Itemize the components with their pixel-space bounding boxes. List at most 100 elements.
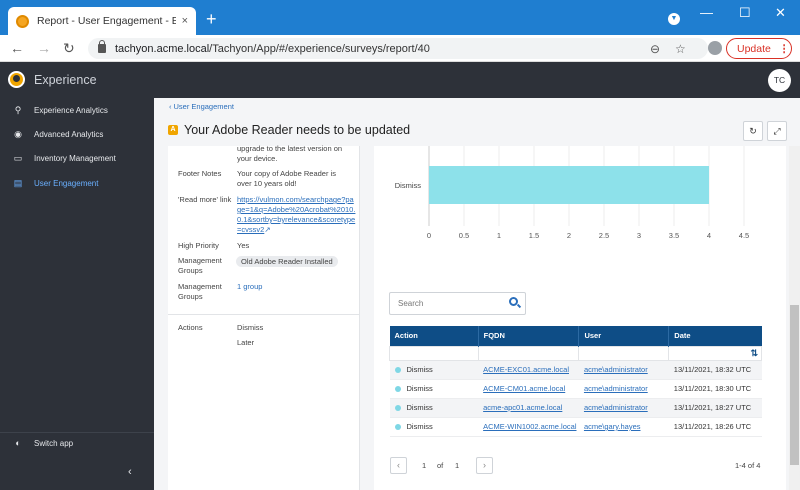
- action-text: Dismiss: [406, 384, 433, 393]
- back-arrow-icon[interactable]: ←: [10, 40, 24, 56]
- chevron-left-icon: ‹: [169, 102, 172, 111]
- fqdn-link[interactable]: ACME-EXC01.acme.local: [483, 365, 569, 374]
- zoom-icon[interactable]: ⊖: [650, 42, 660, 56]
- bookmark-star-icon[interactable]: ☆: [675, 42, 686, 56]
- lock-icon: [98, 40, 106, 53]
- sidebar-item-experience-analytics[interactable]: ⚲ Experience Analytics: [0, 98, 154, 122]
- sidebar-item-advanced-analytics[interactable]: ◉ Advanced Analytics: [0, 122, 154, 146]
- high-priority-value: Yes: [237, 241, 250, 250]
- new-tab-button[interactable]: +: [206, 10, 217, 28]
- column-header-user[interactable]: User: [578, 326, 670, 346]
- read-more-container: https://vulmon.com/searchpage?page=1&q=A…: [237, 195, 357, 235]
- user-link[interactable]: acme\gary.hayes: [584, 422, 641, 431]
- experience-logo-icon: [8, 71, 25, 88]
- column-header-fqdn[interactable]: FQDN: [478, 326, 580, 346]
- table-row: Dismiss acme-apc01.acme.local acme\admin…: [389, 398, 762, 418]
- current-page: 1: [422, 461, 427, 470]
- collapse-sidebar-icon[interactable]: ‹: [128, 466, 132, 478]
- action-later: Later: [237, 338, 255, 347]
- high-priority-label: High Priority: [178, 241, 219, 250]
- browser-tab[interactable]: Report - User Engagement - Exp ×: [8, 7, 196, 35]
- next-page-button[interactable]: ›: [476, 457, 493, 474]
- filter-cell-fqdn[interactable]: [477, 345, 580, 361]
- sidebar-item-label: User Engagement: [34, 178, 99, 188]
- management-groups-count[interactable]: 1 group: [237, 282, 262, 292]
- close-window-button[interactable]: ✕: [775, 5, 786, 21]
- update-button[interactable]: Update ⋮: [726, 38, 792, 59]
- monitor-icon: ▭: [13, 152, 23, 163]
- user-cell: acme\gary.hayes: [578, 417, 669, 437]
- action-cell: Dismiss: [389, 379, 479, 399]
- scrollbar-thumb[interactable]: [790, 305, 799, 465]
- user-link[interactable]: acme\administrator: [584, 384, 648, 393]
- clipboard-icon: ▤: [13, 177, 23, 188]
- switch-app-label: Switch app: [34, 438, 74, 448]
- switch-app-icon: ◐: [15, 438, 21, 448]
- sidebar-item-inventory-management[interactable]: ▭ Inventory Management: [0, 146, 154, 170]
- action-dismiss: Dismiss: [237, 323, 264, 332]
- x-tick-label: 3: [637, 231, 641, 240]
- sidebar-divider: [0, 432, 154, 433]
- page-range: 1-4 of 4: [735, 461, 761, 470]
- minimize-button[interactable]: —: [700, 5, 713, 20]
- status-dot-icon: [394, 405, 401, 412]
- date-cell: 13/11/2021, 18:27 UTC: [668, 398, 762, 418]
- tab-close-button[interactable]: ×: [182, 15, 188, 27]
- responses-chart: 0 0.5 1 1.5 2 2.5 3 3.5 4 4.5 Dismiss: [395, 146, 749, 240]
- read-more-link[interactable]: https://vulmon.com/searchpage?page=1&q=A…: [237, 195, 355, 234]
- column-header-date[interactable]: Date: [668, 326, 762, 346]
- management-groups-label-2: Management Groups: [178, 282, 222, 301]
- total-pages: 1: [455, 461, 460, 470]
- sidebar-item-user-engagement[interactable]: ▤ User Engagement: [0, 171, 154, 195]
- filter-cell-date[interactable]: ⇅: [668, 345, 762, 361]
- user-link[interactable]: acme\administrator: [584, 365, 648, 374]
- user-avatar[interactable]: TC: [768, 69, 791, 92]
- person-search-icon: ⚲: [14, 104, 22, 115]
- switch-app-button[interactable]: ◐ Switch app: [0, 431, 154, 455]
- filter-cell-action[interactable]: [389, 345, 479, 361]
- action-text: Dismiss: [406, 422, 433, 431]
- prev-page-button[interactable]: ‹: [390, 457, 407, 474]
- url-text: tachyon.acme.local/Tachyon/App/#/experie…: [115, 42, 430, 55]
- refresh-button[interactable]: ↻: [743, 121, 763, 141]
- sidebar-item-label: Experience Analytics: [34, 105, 108, 115]
- user-cell: acme\administrator: [578, 398, 669, 418]
- date-cell: 13/11/2021, 18:30 UTC: [668, 379, 762, 399]
- search-input[interactable]: Search: [389, 292, 526, 315]
- page-of-label: of: [437, 461, 444, 470]
- table-row: Dismiss ACME-WIN1002.acme.local acme\gar…: [389, 417, 762, 437]
- address-bar[interactable]: tachyon.acme.local/Tachyon/App/#/experie…: [88, 38, 708, 59]
- action-cell: Dismiss: [389, 417, 479, 437]
- maximize-button[interactable]: ☐: [739, 5, 751, 21]
- sort-icon[interactable]: ⇅: [750, 348, 758, 359]
- footer-notes-label: Footer Notes: [178, 169, 222, 178]
- breadcrumb[interactable]: ‹ User Engagement: [169, 102, 234, 111]
- date-cell: 13/11/2021, 18:32 UTC: [668, 360, 762, 380]
- x-tick-label: 0: [427, 231, 431, 240]
- message-text: upgrade to the latest version on your de…: [237, 144, 343, 163]
- survey-details-panel: upgrade to the latest version on your de…: [168, 144, 360, 490]
- user-link[interactable]: acme\administrator: [584, 403, 648, 412]
- search-icon[interactable]: [509, 297, 518, 306]
- sidebar-item-label: Inventory Management: [34, 153, 116, 163]
- profile-avatar[interactable]: [708, 41, 722, 55]
- reload-icon[interactable]: ↻: [63, 40, 75, 57]
- column-header-action[interactable]: Action: [389, 326, 479, 346]
- expand-button[interactable]: ⤢: [767, 121, 787, 141]
- date-cell: 13/11/2021, 18:26 UTC: [668, 417, 762, 437]
- x-tick-label: 4.5: [739, 231, 749, 240]
- update-label: Update: [737, 42, 771, 55]
- management-group-chip: Old Adobe Reader Installed: [236, 256, 338, 267]
- bar: [429, 166, 709, 204]
- tab-search-icon[interactable]: ▼: [668, 13, 680, 25]
- fqdn-link[interactable]: ACME-WIN1002.acme.local: [483, 422, 576, 431]
- app-name: Experience: [34, 73, 97, 87]
- sidebar-item-label: Advanced Analytics: [34, 129, 104, 139]
- fqdn-link[interactable]: ACME-CM01.acme.local: [483, 384, 565, 393]
- y-category-label: Dismiss: [395, 181, 421, 190]
- filter-cell-user[interactable]: [578, 345, 670, 361]
- x-tick-label: 3.5: [669, 231, 679, 240]
- forward-arrow-icon[interactable]: →: [37, 40, 51, 56]
- fqdn-link[interactable]: acme-apc01.acme.local: [483, 403, 562, 412]
- page-title: Your Adobe Reader needs to be updated: [184, 123, 411, 137]
